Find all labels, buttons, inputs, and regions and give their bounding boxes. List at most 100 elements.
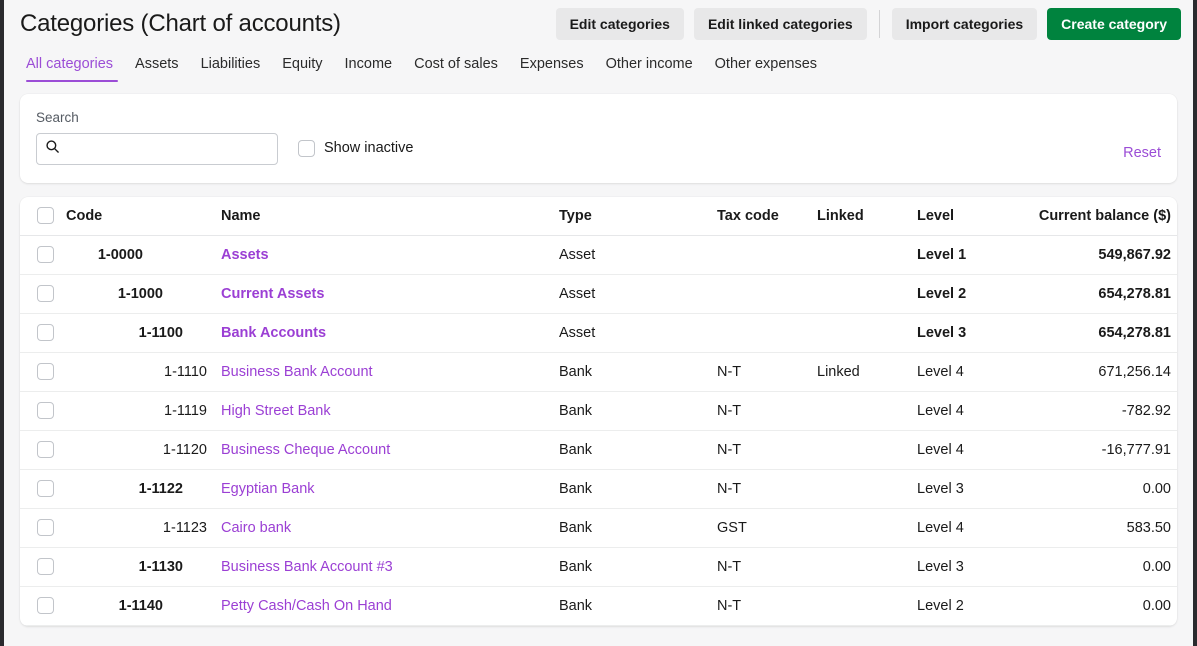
cell-level: Level 3 [917, 469, 1038, 508]
cell-tax-code: N-T [717, 480, 742, 497]
category-name-link[interactable]: High Street Bank [221, 403, 331, 419]
column-header-type[interactable]: Type [559, 197, 717, 236]
row-select-cell [20, 352, 66, 391]
cell-code: 1-0000 [66, 235, 221, 274]
tab-cost-of-sales[interactable]: Cost of sales [403, 51, 509, 82]
toolbar-divider [878, 10, 880, 38]
code-value: 1-1110 [164, 363, 207, 380]
balance-value: 0.00 [1142, 480, 1171, 497]
row-checkbox[interactable] [37, 246, 54, 263]
cell-linked [817, 274, 917, 313]
column-header-level[interactable]: Level [917, 197, 1038, 236]
cell-linked: Linked [817, 363, 860, 380]
table-row[interactable]: 1-1000 Current Assets Asset Level 2 654,278.… [20, 274, 1177, 313]
cell-current-balance: 0.00 [1038, 469, 1177, 508]
table-row[interactable]: 1-1123 Cairo bank Bank GST Level 4 583.50 [20, 508, 1177, 547]
cell-level: Level 1 [917, 235, 1038, 274]
cell-linked [817, 469, 917, 508]
page-header: Categories (Chart of accounts) Edit cate… [4, 0, 1193, 48]
table-body: 1-0000 Assets Asset Level 1 549,867.92 1-1000… [20, 235, 1177, 625]
row-checkbox[interactable] [37, 363, 54, 380]
cell-name: Egyptian Bank [221, 469, 559, 508]
table-row[interactable]: 1-1100 Bank Accounts Asset Level 3 654,278.8… [20, 313, 1177, 352]
row-select-cell [20, 547, 66, 586]
cell-current-balance: 671,256.14 [1038, 352, 1177, 391]
tab-all-categories[interactable]: All categories [20, 51, 124, 82]
row-select-cell [20, 469, 66, 508]
category-name-link[interactable]: Egyptian Bank [221, 481, 315, 497]
cell-tax-code: GST [717, 519, 747, 536]
search-block: Search [36, 110, 278, 165]
table-row[interactable]: 1-1119 High Street Bank Bank N-T Level 4 -782… [20, 391, 1177, 430]
cell-linked [817, 235, 917, 274]
category-name-link[interactable]: Petty Cash/Cash On Hand [221, 598, 392, 614]
category-name-link[interactable]: Business Bank Account [221, 364, 373, 380]
select-all-checkbox[interactable] [37, 207, 54, 225]
tab-other-income[interactable]: Other income [595, 51, 704, 82]
cell-level: Level 3 [917, 547, 1038, 586]
cell-type: Bank [559, 519, 593, 536]
balance-value: 671,256.14 [1098, 363, 1171, 380]
cell-code: 1-1130 [66, 547, 221, 586]
cell-current-balance: 0.00 [1038, 586, 1177, 625]
table-row[interactable]: 1-0000 Assets Asset Level 1 549,867.92 [20, 235, 1177, 274]
create-category-button[interactable]: Create category [1047, 8, 1181, 40]
row-checkbox[interactable] [37, 441, 54, 458]
show-inactive-control[interactable]: Show inactive [298, 139, 413, 157]
code-value: 1-1120 [162, 441, 207, 458]
show-inactive-checkbox[interactable] [298, 139, 315, 157]
row-select-cell [20, 274, 66, 313]
column-header-tax-code[interactable]: Tax code [717, 197, 817, 236]
cell-type: Bank [559, 480, 593, 497]
cell-linked [817, 586, 917, 625]
search-icon [45, 139, 60, 159]
category-name-link[interactable]: Bank Accounts [221, 325, 326, 341]
cell-level: Level 2 [917, 274, 1038, 313]
table-row[interactable]: 1-1120 Business Cheque Account Bank N-T Leve… [20, 430, 1177, 469]
cell-current-balance: -16,777.91 [1038, 430, 1177, 469]
row-checkbox[interactable] [37, 285, 54, 302]
edit-linked-categories-button[interactable]: Edit linked categories [693, 8, 867, 40]
column-header-code[interactable]: Code [66, 197, 221, 236]
tab-liabilities[interactable]: Liabilities [190, 51, 272, 82]
row-checkbox[interactable] [37, 558, 54, 575]
category-name-link[interactable]: Business Bank Account #3 [221, 559, 393, 575]
cell-level: Level 4 [917, 391, 1038, 430]
row-checkbox[interactable] [37, 324, 54, 341]
tab-assets[interactable]: Assets [124, 51, 190, 82]
row-checkbox[interactable] [37, 480, 54, 497]
row-checkbox[interactable] [37, 402, 54, 419]
category-name-link[interactable]: Business Cheque Account [221, 442, 390, 458]
column-header-linked[interactable]: Linked [817, 197, 917, 236]
import-categories-button[interactable]: Import categories [891, 8, 1038, 40]
show-inactive-label: Show inactive [324, 140, 414, 156]
table-row[interactable]: 1-1110 Business Bank Account Bank N-T Linked… [20, 352, 1177, 391]
table-row[interactable]: 1-1130 Business Bank Account #3 Bank N-T Lev… [20, 547, 1177, 586]
categories-table: Code Name Type Tax code Linked Level Cur… [20, 197, 1177, 626]
row-checkbox[interactable] [37, 597, 54, 614]
cell-tax-code: N-T [717, 558, 742, 575]
row-select-cell [20, 313, 66, 352]
tab-other-expenses[interactable]: Other expenses [704, 51, 828, 82]
category-name-link[interactable]: Current Assets [221, 286, 324, 302]
level-value: Level 4 [917, 402, 964, 419]
cell-level: Level 4 [917, 430, 1038, 469]
tab-income[interactable]: Income [334, 51, 404, 82]
column-header-current-balance[interactable]: Current balance ($) [1038, 197, 1177, 236]
level-value: Level 2 [917, 285, 967, 302]
cell-name: Business Cheque Account [221, 430, 559, 469]
level-value: Level 3 [917, 324, 967, 341]
category-name-link[interactable]: Cairo bank [221, 520, 291, 536]
row-checkbox[interactable] [37, 519, 54, 536]
table-row[interactable]: 1-1122 Egyptian Bank Bank N-T Level 3 0.00 [20, 469, 1177, 508]
category-name-link[interactable]: Assets [221, 247, 269, 263]
column-header-name[interactable]: Name [221, 197, 559, 236]
tab-expenses[interactable]: Expenses [509, 51, 595, 82]
reset-link[interactable]: Reset [1123, 144, 1161, 162]
table-row[interactable]: 1-1140 Petty Cash/Cash On Hand Bank N-T Leve… [20, 586, 1177, 625]
search-input[interactable] [66, 141, 269, 157]
search-field[interactable] [36, 133, 278, 165]
balance-value: 0.00 [1142, 597, 1171, 614]
tab-equity[interactable]: Equity [271, 51, 333, 82]
edit-categories-button[interactable]: Edit categories [555, 8, 684, 40]
